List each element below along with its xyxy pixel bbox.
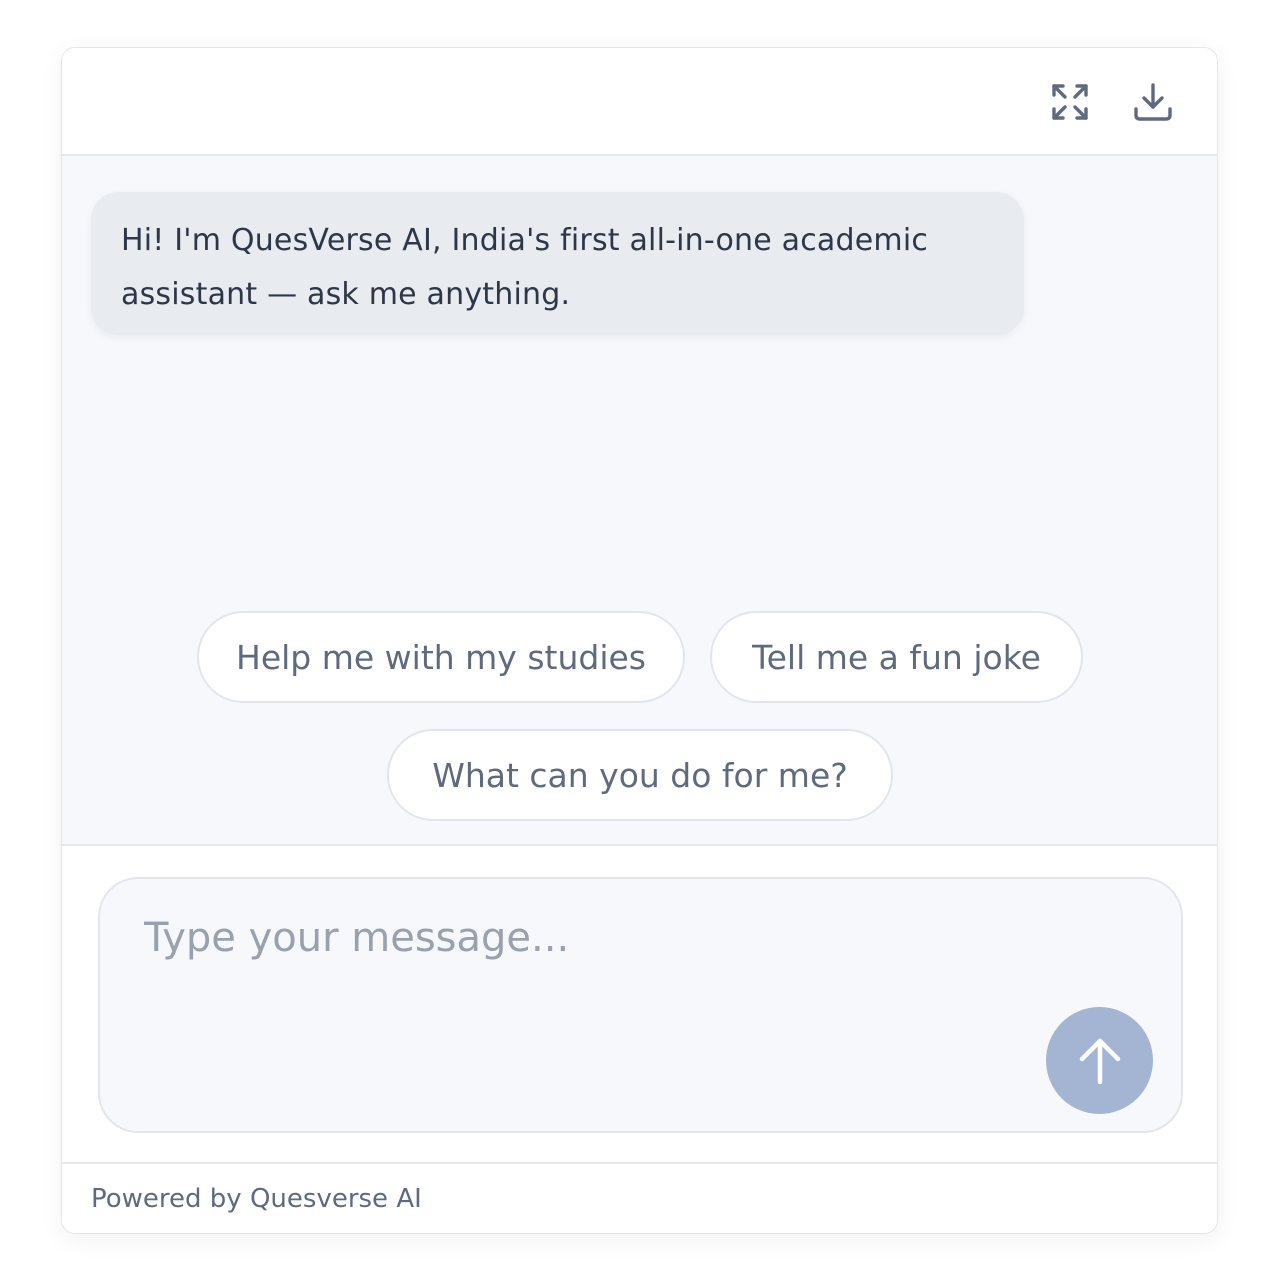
message-input[interactable]: [144, 915, 1024, 995]
powered-by-text: Powered by Quesverse AI: [91, 1184, 422, 1214]
arrow-up-icon: [1079, 1038, 1120, 1084]
download-icon: [1134, 83, 1172, 121]
chat-header: [62, 48, 1217, 156]
suggestion-chip-capabilities[interactable]: What can you do for me?: [387, 729, 893, 821]
suggestion-chip-joke[interactable]: Tell me a fun joke: [710, 611, 1083, 703]
send-button[interactable]: [1046, 1007, 1153, 1114]
footer: Powered by Quesverse AI: [62, 1164, 1217, 1233]
download-button[interactable]: [1129, 78, 1177, 126]
expand-button[interactable]: [1046, 78, 1094, 126]
message-list: Hi! I'm QuesVerse AI, India's first all-…: [62, 156, 1217, 846]
chat-widget: Hi! I'm QuesVerse AI, India's first all-…: [61, 47, 1218, 1234]
suggestion-chip-studies[interactable]: Help me with my studies: [197, 611, 685, 703]
expand-icon: [1052, 84, 1088, 120]
assistant-message: Hi! I'm QuesVerse AI, India's first all-…: [91, 192, 1024, 335]
composer: [62, 846, 1217, 1164]
message-input-box: [98, 877, 1183, 1133]
